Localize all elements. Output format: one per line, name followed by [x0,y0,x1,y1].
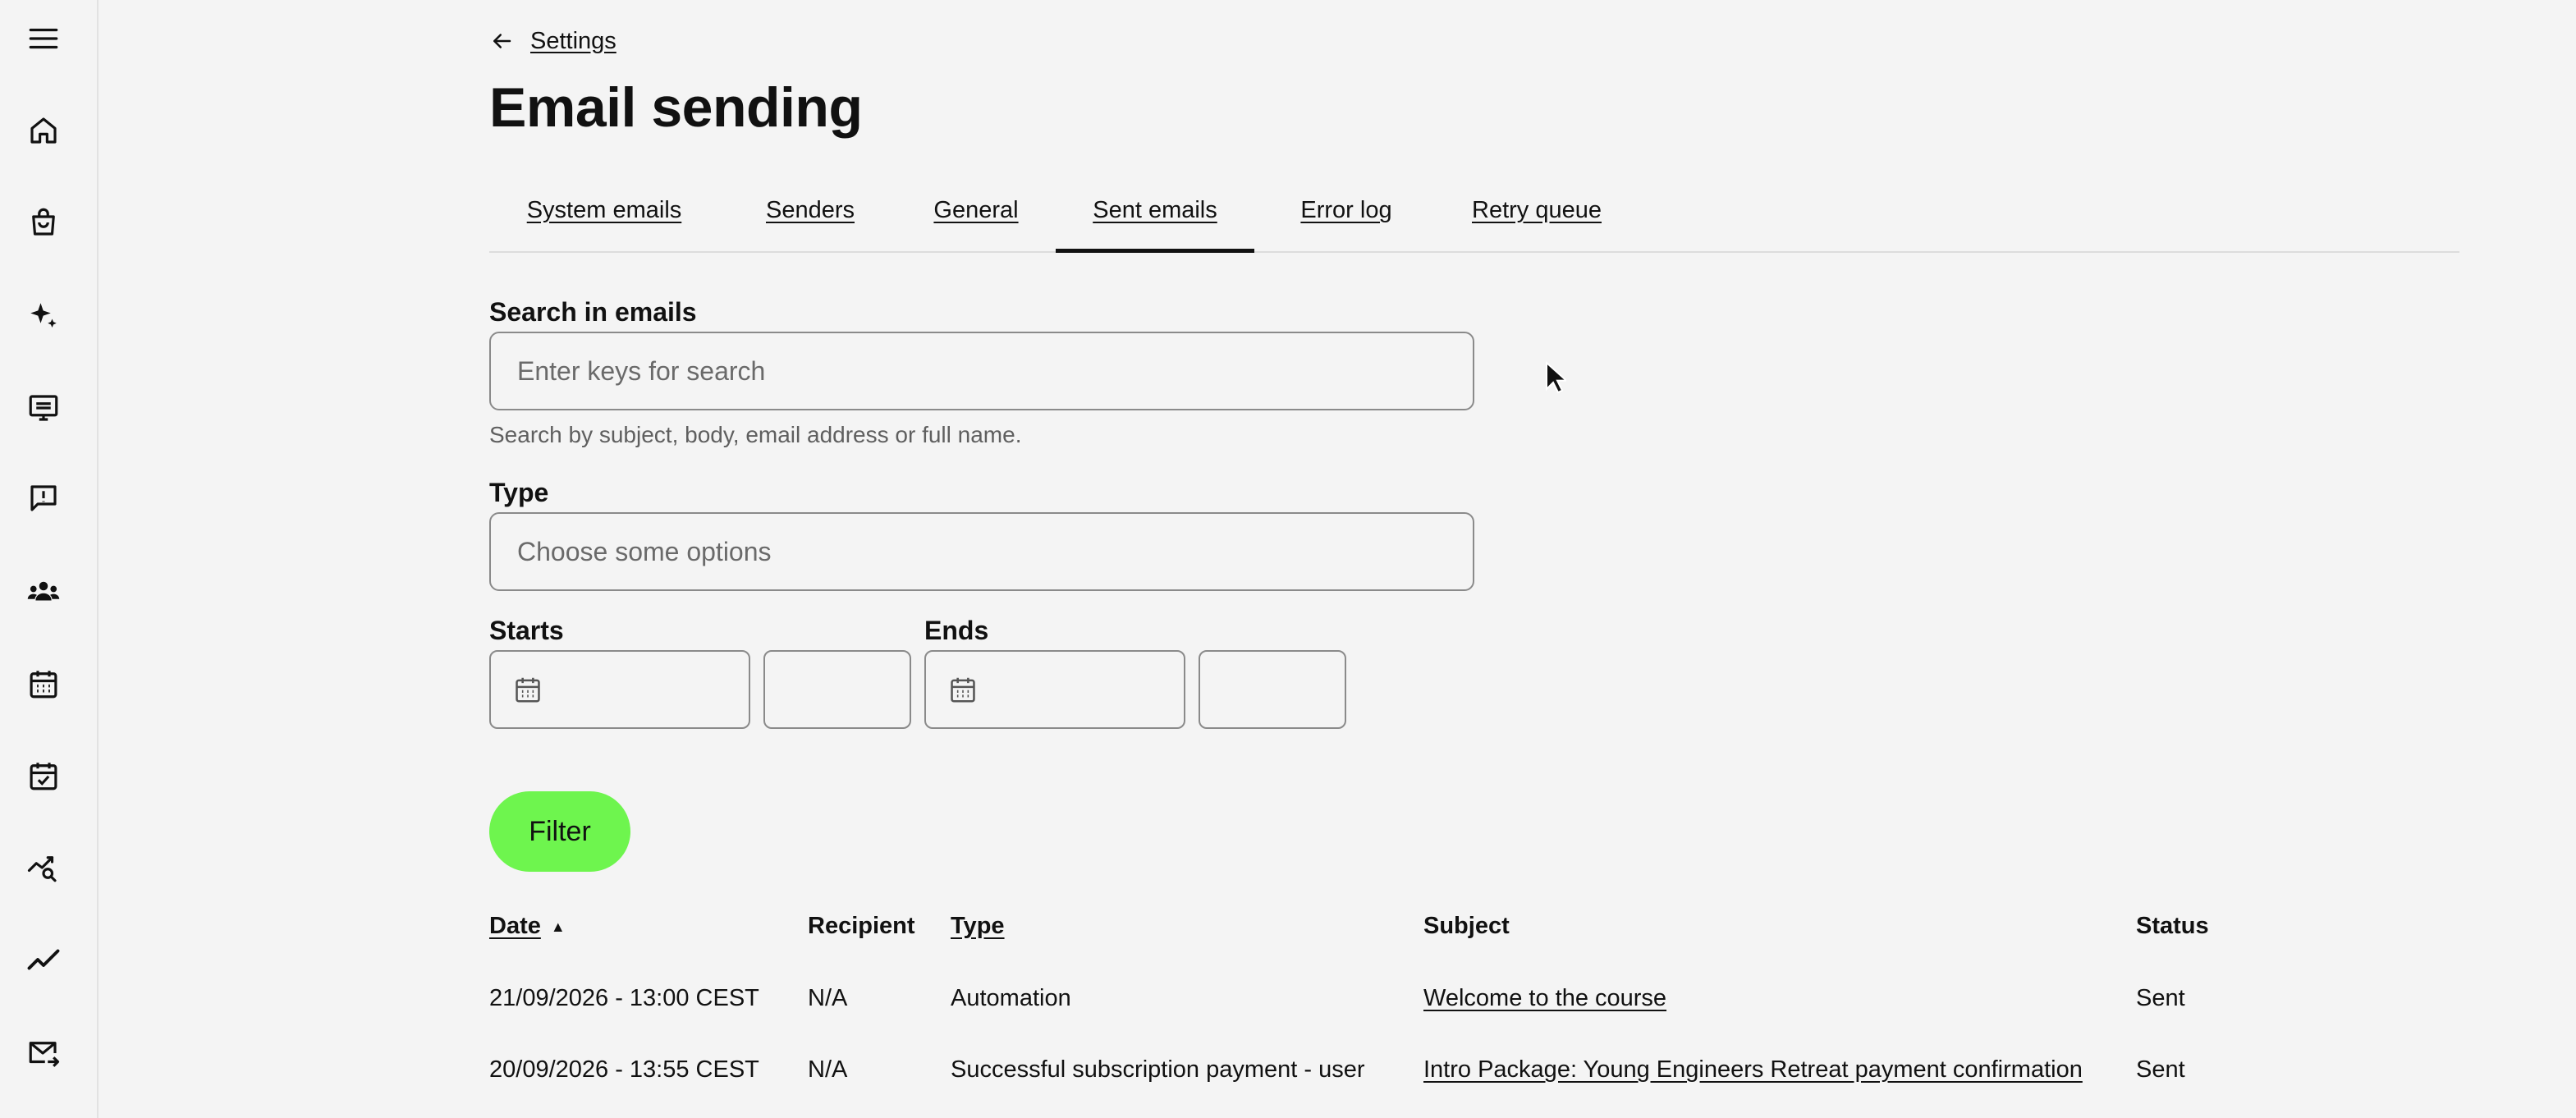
cell-status: Sent [2136,1056,2185,1083]
sidebar [0,0,99,1118]
search-label: Search in emails [489,297,697,327]
starts-time-field[interactable] [763,650,911,729]
column-header-date[interactable]: Date ▲ [489,913,566,940]
arrow-left-icon [493,34,511,48]
type-select[interactable]: Choose some options [489,512,1474,591]
tab-error-log[interactable]: Error log [1259,182,1433,253]
column-header-subject: Subject [1423,913,1510,939]
cell-subject-link[interactable]: Welcome to the course [1423,985,1666,1012]
analytics-search-icon[interactable] [20,844,67,891]
tab-retry-queue[interactable]: Retry queue [1442,182,1632,253]
alert-message-icon[interactable] [20,474,67,522]
home-icon[interactable] [20,107,67,154]
mouse-pointer-icon [1546,361,1566,394]
trend-line-icon[interactable] [20,936,67,983]
breadcrumb[interactable]: Settings [489,23,616,59]
calendar-check-icon[interactable] [20,752,67,800]
shopping-bag-icon[interactable] [20,199,67,246]
column-header-type[interactable]: Type [951,913,1005,940]
ends-label: Ends [924,616,989,645]
tab-bar: System emails Senders General Sent email… [489,182,2459,253]
sort-ascending-icon: ▲ [550,918,566,935]
search-help-text: Search by subject, body, email address o… [489,422,1022,447]
calendar-icon [951,677,975,703]
column-header-date-label: Date [489,913,541,939]
cell-recipient: N/A [808,1056,848,1083]
users-icon[interactable] [20,568,67,616]
cell-type: Successful subscription payment - user [951,1056,1365,1083]
cell-subject-link[interactable]: Intro Package: Young Engineers Retreat p… [1423,1056,2083,1084]
menu-icon[interactable] [20,15,67,62]
ends-time-field[interactable] [1199,650,1346,729]
type-select-placeholder: Choose some options [517,536,772,566]
tab-senders[interactable]: Senders [727,182,893,253]
starts-label: Starts [489,616,564,645]
tab-general[interactable]: General [900,182,1052,253]
search-input[interactable] [489,332,1474,410]
back-to-settings-link[interactable]: Settings [530,28,616,55]
calendar-icon [516,677,540,703]
sparkles-icon[interactable] [20,292,67,340]
cell-date: 21/09/2026 - 13:00 CEST [489,985,759,1011]
cell-status: Sent [2136,985,2185,1011]
filter-button[interactable]: Filter [489,791,630,872]
calendar-icon[interactable] [20,660,67,708]
tab-sent-emails[interactable]: Sent emails [1056,182,1254,253]
presentation-icon[interactable] [20,384,67,432]
ends-date-field[interactable] [924,650,1185,729]
cell-recipient: N/A [808,985,848,1011]
column-header-status: Status [2136,913,2209,939]
mail-forward-icon[interactable] [20,1029,67,1077]
main-content: Settings Email sending System emails Sen… [489,0,2459,1118]
cell-date: 20/09/2026 - 13:55 CEST [489,1056,759,1083]
starts-date-field[interactable] [489,650,750,729]
page-title: Email sending [489,76,863,139]
column-header-recipient: Recipient [808,913,915,939]
cell-type: Automation [951,985,1071,1011]
tab-system-emails[interactable]: System emails [489,182,719,253]
type-label: Type [489,478,549,507]
